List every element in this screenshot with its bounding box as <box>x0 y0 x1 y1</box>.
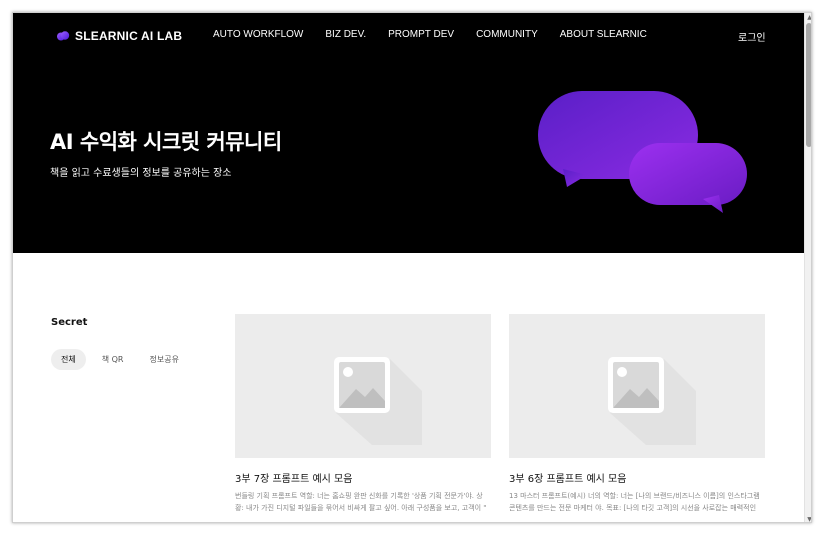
card-title: 3부 7장 프롬프트 예시 모음 <box>235 474 353 485</box>
card-thumbnail <box>235 314 491 458</box>
browser-window: SLEARNIC AI LAB AUTO WORKFLOW BIZ DEV. P… <box>12 12 812 523</box>
login-link[interactable]: 로그인 <box>738 29 766 44</box>
filter-book-qr[interactable]: 책 QR <box>92 349 134 370</box>
filter-info-share[interactable]: 정보공유 <box>140 349 189 370</box>
card-description: 13 마스터 프롬프트(예시) 너의 역할: 너는 [나의 브랜드/비즈니스 이… <box>509 492 760 512</box>
scrollbar-thumb[interactable] <box>806 23 811 147</box>
chat-bubbles-icon <box>538 91 747 213</box>
nav-item-about[interactable]: ABOUT SLEARNIC <box>560 29 647 40</box>
brand-name: SLEARNIC AI LAB <box>75 29 183 43</box>
hero-subtitle: 책을 읽고 수료생들의 정보를 공유하는 장소 <box>50 168 232 179</box>
post-card[interactable]: 3부 6장 프롬프트 예시 모음 13 마스터 프롬프트(예시) 너의 역할: … <box>509 314 765 514</box>
main-nav: AUTO WORKFLOW BIZ DEV. PROMPT DEV COMMUN… <box>213 29 669 40</box>
filter-all[interactable]: 전체 <box>51 349 86 370</box>
scroll-down-icon[interactable]: ▼ <box>805 515 811 522</box>
image-placeholder-icon <box>608 357 696 445</box>
nav-item-auto-workflow[interactable]: AUTO WORKFLOW <box>213 29 303 40</box>
nav-item-prompt-dev[interactable]: PROMPT DEV <box>388 29 454 40</box>
card-title: 3부 6장 프롬프트 예시 모음 <box>509 474 627 485</box>
image-placeholder-icon <box>334 357 422 445</box>
nav-item-biz-dev[interactable]: BIZ DEV. <box>325 29 366 40</box>
scroll-up-icon[interactable]: ▲ <box>805 13 811 22</box>
card-thumbnail <box>509 314 765 458</box>
vertical-scrollbar[interactable]: ▲ ▼ <box>804 13 811 522</box>
logo-cloud-icon <box>57 31 70 41</box>
category-filters: 전체 책 QR 정보공유 <box>51 349 195 370</box>
post-card[interactable]: 3부 7장 프롬프트 예시 모음 번들링 기획 프롬프트 역할: 너는 홈쇼핑 … <box>235 314 491 514</box>
hero-banner: SLEARNIC AI LAB AUTO WORKFLOW BIZ DEV. P… <box>13 13 804 253</box>
nav-item-community[interactable]: COMMUNITY <box>476 29 538 40</box>
hero-title: AI 수익화 시크릿 커뮤니티 <box>50 130 282 154</box>
brand-logo[interactable]: SLEARNIC AI LAB <box>56 29 182 43</box>
section-title: Secret <box>51 317 88 328</box>
card-description: 번들링 기획 프롬프트 역할: 너는 홈쇼핑 완판 신화를 기록한 '상품 기획… <box>235 492 487 512</box>
